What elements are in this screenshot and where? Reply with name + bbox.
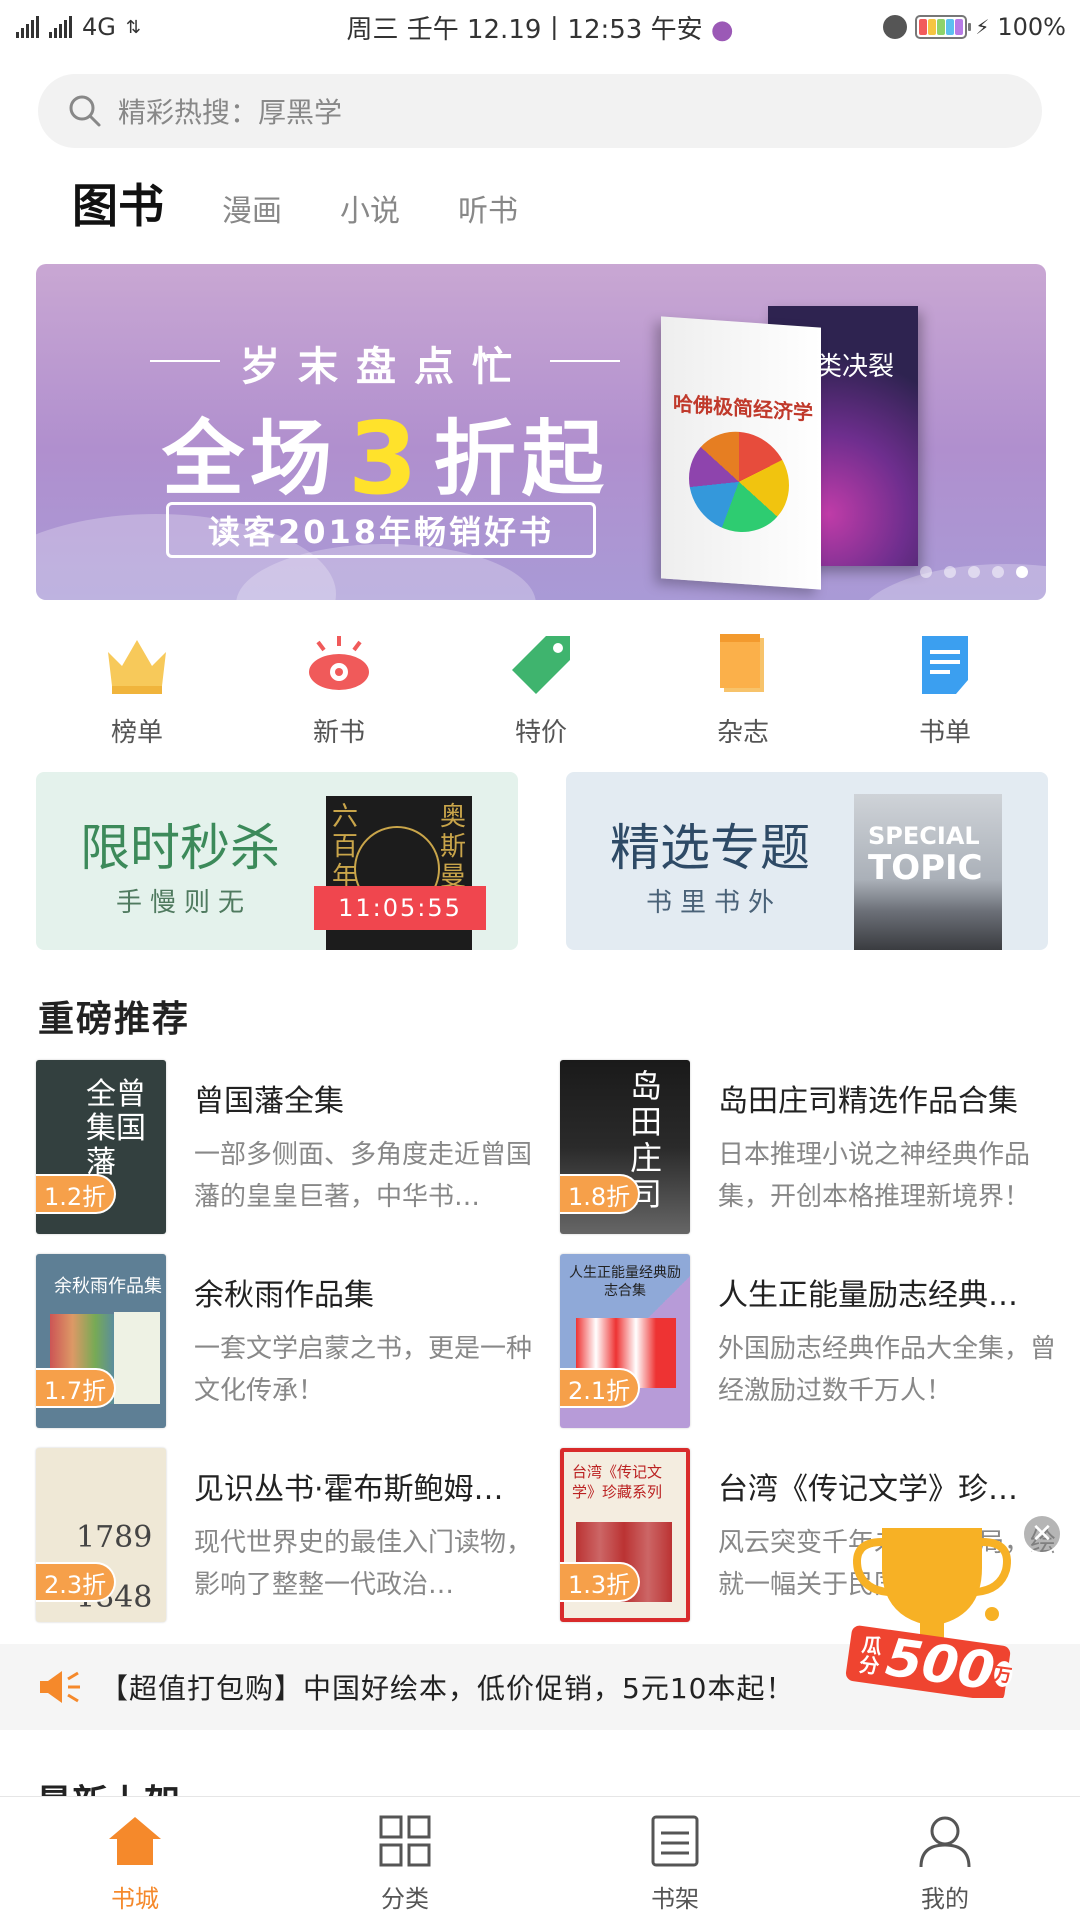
countdown-timer: 11:05:55 [314, 886, 486, 930]
eye-icon [309, 636, 369, 690]
discount-badge: 1.8折 [560, 1174, 641, 1214]
banner-line2: 全场 3 折起 [162, 400, 610, 517]
banner-book1-title: 哈佛极简经济学 [673, 391, 813, 426]
book-description: 日本推理小说之神经典作品集，开创本格推理新境界！ [718, 1140, 1031, 1212]
tab-books[interactable]: 图书 [72, 170, 164, 240]
discount-badge: 1.3折 [560, 1562, 641, 1602]
discount-badge: 2.3折 [36, 1562, 117, 1602]
status-bar: 4G ⇅ 周三 壬午 12.19丨12:53 午安 ● ⚡ 100% [0, 0, 1080, 54]
book-title: 曾国藩全集 [194, 1084, 344, 1119]
book-title: 岛田庄司精选作品合集 [718, 1084, 1018, 1119]
category-new-books[interactable]: 新书 [264, 630, 414, 749]
tab-audiobooks[interactable]: 听书 [458, 186, 518, 240]
user-icon [919, 1816, 971, 1868]
category-special-price[interactable]: 特价 [466, 630, 616, 749]
search-placeholder: 精彩热搜：厚黑学 [118, 96, 343, 129]
quick-categories: 榜单 新书 特价 杂志 书单 [36, 630, 1046, 749]
recommendation-item[interactable]: 岛田庄司 1.8折 岛田庄司精选作品合集 日本推理小说之神经典作品集，开创本格推… [560, 1060, 1060, 1236]
discount-badge: 1.7折 [36, 1368, 117, 1408]
booklist-icon [922, 636, 968, 694]
megaphone-icon [40, 1671, 80, 1703]
section-title-new-arrivals: 最新上架 [36, 1774, 180, 1796]
book-description: 现代世界史的最佳入门读物，影响了整整一代政治… [194, 1528, 532, 1600]
promo-banner[interactable]: 岁末盘点忙 全场 3 折起 读客2018年畅销好书 人类决裂 哈佛极简经济学 [36, 264, 1046, 600]
battery-level: 100% [997, 13, 1066, 41]
battery-icon [915, 15, 972, 39]
featured-topics-subtitle: 书里书外 [646, 888, 783, 918]
close-icon[interactable]: ✕ [1022, 1514, 1062, 1554]
carousel-dot-active[interactable] [1016, 566, 1028, 578]
special-topic-cover: SPECIAL TOPIC [854, 794, 1002, 950]
tag-icon [512, 636, 570, 694]
nav-categories[interactable]: 分类 [270, 1797, 540, 1920]
shelf-icon [651, 1815, 699, 1867]
category-booklists[interactable]: 书单 [870, 630, 1020, 749]
recommendation-item[interactable]: 人生正能量经典励志合集 2.1折 人生正能量励志经典… 外国励志经典作品大全集，… [560, 1254, 1060, 1430]
grape-icon: ● [710, 14, 734, 45]
carousel-dot[interactable] [944, 566, 956, 578]
carousel-dot[interactable] [920, 566, 932, 578]
tab-comics[interactable]: 漫画 [222, 186, 282, 240]
discount-badge: 1.2折 [36, 1174, 117, 1214]
search-bar[interactable]: 精彩热搜：厚黑学 [38, 74, 1042, 148]
book-title: 人生正能量励志经典… [718, 1278, 1018, 1313]
home-icon [109, 1817, 161, 1865]
crown-icon [108, 640, 166, 694]
book-description: 一部多侧面、多角度走近曾国藩的皇皇巨著，中华书… [194, 1140, 532, 1212]
charging-icon: ⚡ [975, 15, 990, 39]
prize-pool-badge[interactable]: 瓜分 500 万 [842, 1518, 1022, 1702]
nav-profile[interactable]: 我的 [810, 1797, 1080, 1920]
flash-sale-card[interactable]: 限时秒杀 手慢则无 六百年 奥斯曼帝 11:05:55 [36, 772, 518, 950]
alarm-icon [883, 15, 908, 39]
banner-line1: 岁末盘点忙 [150, 334, 620, 392]
recommendation-item[interactable]: 全曾集国藩 1.2折 曾国藩全集 一部多侧面、多角度走近曾国藩的皇皇巨著，中华书… [36, 1060, 536, 1236]
status-right: ⚡ 100% [883, 13, 1066, 41]
search-icon [69, 95, 101, 127]
section-title-recommended: 重磅推荐 [38, 999, 191, 1040]
featured-topics-card[interactable]: 精选专题 书里书外 SPECIAL TOPIC [566, 772, 1048, 950]
flash-sale-title: 限时秒杀 [80, 819, 280, 877]
category-tabs: 图书 漫画 小说 听书 [72, 170, 518, 240]
category-magazines[interactable]: 杂志 [668, 630, 818, 749]
banner-line3: 读客2018年畅销好书 [166, 502, 596, 558]
book-description: 一套文学启蒙之书，更是一种文化传承！ [194, 1334, 532, 1406]
carousel-dot[interactable] [968, 566, 980, 578]
banner-book-cover-1: 哈佛极简经济学 [661, 316, 821, 590]
flash-sale-subtitle: 手慢则无 [116, 888, 253, 918]
magazine-icon [720, 634, 764, 692]
recommendation-item[interactable]: 余秋雨作品集 1.7折 余秋雨作品集 一套文学启蒙之书，更是一种文化传承！ [36, 1254, 536, 1430]
discount-badge: 2.1折 [560, 1368, 641, 1408]
nav-bookshelf[interactable]: 书架 [540, 1797, 810, 1920]
book-title: 余秋雨作品集 [194, 1278, 374, 1313]
bottom-navigation: 书城 分类 书架 我的 [0, 1796, 1080, 1920]
banner-discount-number: 3 [348, 400, 424, 517]
grid-icon [379, 1815, 431, 1867]
featured-topics-title: 精选专题 [610, 819, 810, 877]
book-title: 见识丛书·霍布斯鲍姆… [194, 1472, 504, 1507]
nav-bookstore[interactable]: 书城 [0, 1797, 270, 1920]
announcement-text: 【超值打包购】中国好绘本，低价促销，5元10本起！ [100, 1672, 795, 1705]
category-rankings[interactable]: 榜单 [62, 630, 212, 749]
carousel-dot[interactable] [992, 566, 1004, 578]
book-title: 台湾《传记文学》珍… [718, 1472, 1018, 1507]
recommendation-item[interactable]: 1789 1848 2.3折 见识丛书·霍布斯鲍姆… 现代世界史的最佳入门读物，… [36, 1448, 536, 1624]
book-description: 外国励志经典作品大全集，曾经激励过数千万人！ [718, 1334, 1056, 1406]
tab-novels[interactable]: 小说 [340, 186, 400, 240]
carousel-dots [920, 566, 1028, 578]
